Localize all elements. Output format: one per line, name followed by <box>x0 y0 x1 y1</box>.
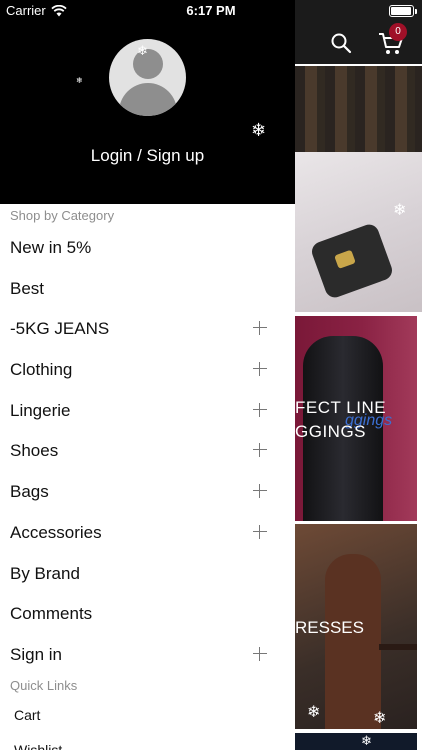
expand-plus-icon[interactable] <box>253 403 267 417</box>
snowflake-icon: ❄ <box>137 43 148 58</box>
menu-item-sign-in[interactable]: Sign in <box>0 635 295 675</box>
menu-item-bags[interactable]: Bags <box>0 472 295 512</box>
cart-count-badge: 0 <box>389 23 407 41</box>
menu-item-label: By Brand <box>10 564 80 583</box>
navigation-drawer: ❄ ❄ ❄ Login / Sign up Shop by Category N… <box>0 0 295 750</box>
menu-item-label: Best <box>10 279 45 298</box>
snowflake-icon: ❄ <box>251 120 267 140</box>
snowflake-icon: ❄ <box>307 704 321 721</box>
banner-bottom[interactable]: ❄ <box>295 733 417 750</box>
banner-leggings-text-2: GGINGS <box>295 422 367 441</box>
menu-item-best[interactable]: Best <box>0 269 295 309</box>
bag-graphic <box>309 221 395 301</box>
snowflake-icon: ❄ <box>76 76 83 85</box>
app-screen: Carrier 6:17 PM 0 ❄ FECT LINE ggings GGI… <box>0 0 422 750</box>
login-signup-link[interactable]: Login / Sign up <box>0 146 295 166</box>
clock: 6:17 PM <box>186 3 236 18</box>
menu-item-label: New in 5% <box>10 238 92 257</box>
search-icon[interactable] <box>330 32 352 54</box>
category-section-label: Shop by Category <box>10 208 115 223</box>
banner-leggings[interactable]: FECT LINE ggings GGINGS <box>295 316 417 521</box>
expand-plus-icon[interactable] <box>253 525 267 539</box>
menu-item-5kg-jeans[interactable]: -5KG JEANS <box>0 309 295 349</box>
menu-item-label: Bags <box>10 482 49 501</box>
snowflake-icon: ❄ <box>393 202 407 219</box>
menu-item-by-brand[interactable]: By Brand <box>0 554 295 594</box>
battery-icon <box>389 5 417 17</box>
menu-item-label: Comments <box>10 604 93 623</box>
snowflake-icon: ❄ <box>373 710 387 727</box>
banner-image-wood[interactable] <box>295 66 422 152</box>
quick-link-cart[interactable]: Cart <box>14 707 40 723</box>
menu-item-label: Accessories <box>10 523 102 542</box>
menu-item-shoes[interactable]: Shoes <box>0 431 295 471</box>
avatar[interactable]: ❄ <box>109 39 186 116</box>
quick-link-wishlist[interactable]: Wishlist <box>14 742 62 750</box>
menu-item-label: Clothing <box>10 360 73 379</box>
model-graphic <box>325 554 381 729</box>
banner-image-bag[interactable]: ❄ <box>295 152 422 312</box>
expand-plus-icon[interactable] <box>253 321 267 335</box>
drawer-header: ❄ ❄ ❄ Login / Sign up <box>0 0 295 204</box>
snowflake-icon: ❄ <box>361 733 372 748</box>
menu-item-lingerie[interactable]: Lingerie <box>0 391 295 431</box>
status-bar: Carrier 6:17 PM <box>0 0 422 22</box>
menu-item-accessories[interactable]: Accessories <box>0 513 295 553</box>
menu-item-label: Sign in <box>10 645 62 664</box>
menu-item-clothing[interactable]: Clothing <box>0 350 295 390</box>
banner-dresses[interactable]: RESSES ❄ ❄ <box>295 524 417 729</box>
quick-links-section-label: Quick Links <box>10 678 78 693</box>
menu-item-new-in[interactable]: New in 5% <box>0 228 295 268</box>
expand-plus-icon[interactable] <box>253 484 267 498</box>
expand-plus-icon[interactable] <box>253 362 267 376</box>
menu-item-label: Lingerie <box>10 401 71 420</box>
expand-plus-icon[interactable] <box>253 647 267 661</box>
menu-item-label: -5KG JEANS <box>10 319 110 338</box>
banner-dresses-text: RESSES <box>295 618 364 637</box>
menu-item-comments[interactable]: Comments <box>0 594 295 634</box>
table-graphic <box>379 644 417 650</box>
menu-item-label: Shoes <box>10 441 59 460</box>
expand-plus-icon[interactable] <box>253 443 267 457</box>
